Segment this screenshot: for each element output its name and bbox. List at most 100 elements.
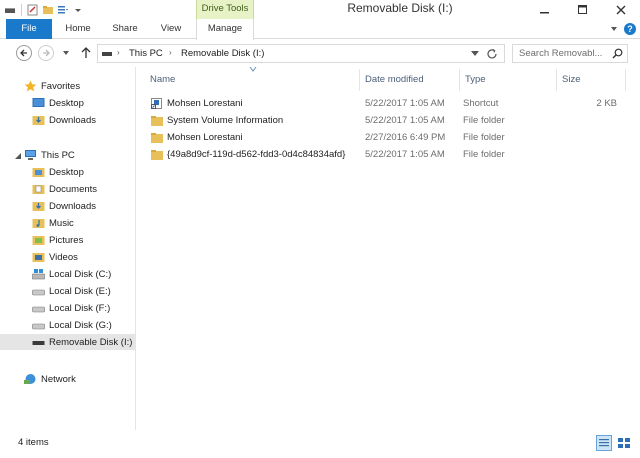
- chevron-down-icon[interactable]: [14, 152, 22, 160]
- nav-favorites[interactable]: Favorites: [24, 78, 80, 94]
- breadcrumb-separator[interactable]: ›: [169, 48, 172, 57]
- properties-icon[interactable]: [27, 4, 39, 16]
- column-divider[interactable]: [556, 69, 557, 91]
- help-icon[interactable]: ?: [624, 23, 636, 35]
- nav-item-label: Local Disk (E:): [49, 285, 111, 297]
- back-button[interactable]: [16, 45, 32, 61]
- tab-share[interactable]: Share: [104, 19, 146, 39]
- nav-local-disk-g[interactable]: Local Disk (G:): [32, 317, 112, 333]
- shortcut-icon: [151, 98, 162, 109]
- item-count: 4 items: [18, 437, 49, 448]
- column-header-size[interactable]: Size: [562, 71, 622, 89]
- column-divider[interactable]: [625, 69, 626, 91]
- nav-network[interactable]: Network: [24, 371, 76, 387]
- file-size: [587, 146, 617, 163]
- refresh-icon[interactable]: [486, 48, 498, 60]
- file-name: System Volume Information: [167, 115, 284, 126]
- window-icon: [5, 7, 15, 13]
- nav-favorites-label: Favorites: [41, 80, 81, 92]
- new-folder-icon[interactable]: [42, 4, 54, 16]
- title-bar: Drive Tools Removable Disk (I:): [0, 0, 640, 19]
- large-icons-view-icon: [618, 438, 630, 448]
- file-date-modified: 5/22/2017 1:05 AM: [365, 149, 445, 160]
- file-size: 2 KB: [596, 98, 617, 109]
- tab-manage[interactable]: Manage: [196, 19, 254, 40]
- folder-icon: [151, 116, 163, 126]
- nav-local-disk-c[interactable]: Local Disk (C:): [32, 266, 111, 282]
- column-divider[interactable]: [359, 69, 360, 91]
- tab-view[interactable]: View: [152, 19, 190, 39]
- nav-this-pc-music[interactable]: Music: [32, 215, 74, 231]
- hard-drive-icon: [32, 306, 45, 313]
- forward-button[interactable]: [38, 45, 54, 61]
- removable-drive-icon: [102, 52, 112, 56]
- nav-item-label: Desktop: [49, 166, 84, 178]
- table-row[interactable]: Mohsen Lorestani 2/27/2016 6:49 PM File …: [147, 129, 627, 146]
- address-dropdown-icon[interactable]: [471, 51, 479, 57]
- breadcrumb-this-pc[interactable]: This PC: [129, 48, 163, 59]
- tab-file[interactable]: File: [6, 19, 52, 39]
- nav-this-pc-videos[interactable]: Videos: [32, 249, 78, 265]
- chevron-down-icon[interactable]: [72, 4, 84, 16]
- column-header-type[interactable]: Type: [465, 71, 555, 89]
- nav-item-label: Documents: [49, 183, 98, 195]
- nav-removable-disk-i[interactable]: Removable Disk (I:): [0, 334, 136, 350]
- drive-tools-context-label: Drive Tools: [196, 0, 254, 19]
- toolbar-divider: [21, 3, 22, 16]
- nav-this-pc-documents[interactable]: Documents: [32, 181, 97, 197]
- file-date-modified: 5/22/2017 1:05 AM: [365, 98, 445, 109]
- tab-home[interactable]: Home: [58, 19, 98, 39]
- column-header-name[interactable]: Name: [150, 71, 350, 89]
- nav-this-pc-pictures[interactable]: Pictures: [32, 232, 83, 248]
- file-type: Shortcut: [463, 98, 499, 109]
- videos-folder-icon: [32, 253, 45, 262]
- address-bar[interactable]: › This PC › Removable Disk (I:): [97, 44, 505, 63]
- maximize-icon: [578, 4, 587, 14]
- large-icons-view-button[interactable]: [616, 435, 632, 451]
- nav-favorites-desktop[interactable]: Desktop: [32, 95, 84, 111]
- nav-item-label: Downloads: [49, 114, 96, 126]
- nav-item-label: Downloads: [49, 200, 96, 212]
- nav-item-label: Videos: [49, 251, 78, 263]
- search-icon[interactable]: [612, 48, 623, 59]
- window-title: Removable Disk (I:): [347, 1, 453, 15]
- minimize-button[interactable]: [526, 0, 564, 19]
- recent-locations-chevron-icon[interactable]: [61, 48, 71, 58]
- breadcrumb-removable-disk[interactable]: Removable Disk (I:): [181, 48, 264, 59]
- customize-toolbar-icon[interactable]: [57, 4, 69, 16]
- search-input[interactable]: [512, 44, 628, 63]
- table-row[interactable]: System Volume Information 5/22/2017 1:05…: [147, 112, 627, 129]
- hard-drive-icon: [32, 323, 45, 330]
- nav-local-disk-f[interactable]: Local Disk (F:): [32, 300, 110, 316]
- arrow-right-icon: [43, 49, 50, 57]
- maximize-button[interactable]: [564, 0, 602, 19]
- table-row[interactable]: Mohsen Lorestani 5/22/2017 1:05 AM Short…: [147, 95, 627, 112]
- close-icon: [616, 5, 626, 14]
- status-bar: 4 items: [0, 430, 640, 458]
- folder-icon: [151, 150, 163, 160]
- file-size: [587, 129, 617, 146]
- nav-item-label: Pictures: [49, 234, 84, 246]
- arrow-up-icon[interactable]: [79, 46, 93, 60]
- nav-this-pc-downloads[interactable]: Downloads: [32, 198, 96, 214]
- column-divider[interactable]: [459, 69, 460, 91]
- hard-drive-icon: [32, 289, 45, 296]
- breadcrumb-separator[interactable]: ›: [117, 48, 120, 57]
- file-type: File folder: [463, 115, 505, 126]
- computer-icon: [25, 150, 36, 160]
- details-view-button[interactable]: [596, 435, 612, 451]
- desktop-folder-icon: [32, 168, 45, 177]
- expand-ribbon-icon[interactable]: [608, 23, 620, 35]
- nav-local-disk-e[interactable]: Local Disk (E:): [32, 283, 111, 299]
- table-row[interactable]: {49a8d9cf-119d-d562-fdd3-0d4c84834afd} 5…: [147, 146, 627, 163]
- music-folder-icon: [32, 219, 45, 228]
- column-header-date-modified[interactable]: Date modified: [365, 71, 455, 89]
- nav-this-pc[interactable]: This PC: [24, 147, 75, 163]
- file-name: Mohsen Lorestani: [167, 98, 243, 109]
- close-button[interactable]: [602, 0, 640, 19]
- file-name: {49a8d9cf-119d-d562-fdd3-0d4c84834afd}: [167, 149, 346, 160]
- nav-this-pc-desktop[interactable]: Desktop: [32, 164, 84, 180]
- downloads-folder-icon: [32, 116, 45, 125]
- nav-item-label: Desktop: [49, 97, 84, 109]
- nav-favorites-downloads[interactable]: Downloads: [32, 112, 96, 128]
